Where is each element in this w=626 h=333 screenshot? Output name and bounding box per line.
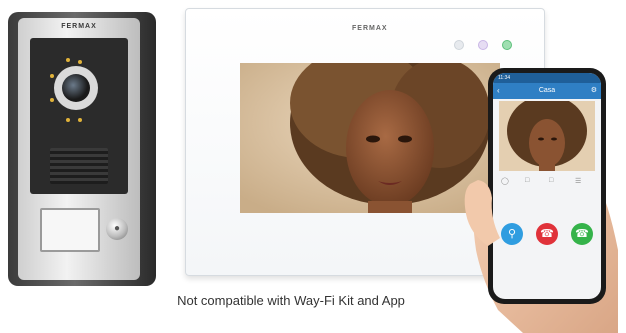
portrait-image: [240, 63, 500, 213]
monitor-dot-icon[interactable]: [454, 40, 464, 50]
led-icon: [50, 98, 54, 102]
phone-screen: 11:34 ‹ Casa ⚙ ◯ □ □ ☰ ⚲ ☎ ☎: [493, 73, 601, 299]
app-bar: ‹ Casa ⚙: [493, 83, 601, 99]
status-time: 11:34: [498, 75, 511, 81]
led-icon: [78, 60, 82, 64]
settings-icon[interactable]: ☰: [575, 177, 581, 185]
hang-up-icon: ☎: [540, 228, 554, 240]
camera-icon[interactable]: ◯: [501, 177, 509, 185]
led-icon: [66, 118, 70, 122]
answer-icon: ☎: [575, 228, 589, 240]
status-bar: 11:34: [493, 73, 601, 83]
hang-up-button[interactable]: ☎: [536, 223, 558, 245]
phone-toolbar: ◯ □ □ ☰: [499, 177, 595, 187]
camera-ring: [54, 66, 98, 110]
door-open-button[interactable]: ⚲: [501, 223, 523, 245]
bell-icon: ●: [113, 223, 121, 234]
thumb-image: [464, 180, 500, 246]
panel-camera-area: [30, 38, 128, 194]
key-icon: ⚲: [507, 228, 517, 240]
monitor-brand-logo: FERMAX: [352, 25, 388, 32]
call-button[interactable]: ●: [106, 218, 128, 240]
name-plate: [40, 208, 100, 252]
monitor-screen: [240, 63, 500, 213]
phone-answer-icon[interactable]: [502, 40, 512, 50]
smartphone: 11:34 ‹ Casa ⚙ ◯ □ □ ☰ ⚲ ☎ ☎: [488, 68, 606, 304]
compatibility-caption: Not compatible with Way-Fi Kit and App: [177, 293, 405, 308]
mic-icon[interactable]: □: [525, 177, 529, 184]
outdoor-panel: FERMAX ●: [8, 12, 156, 286]
portrait-image: [499, 101, 595, 171]
speaker-grille: [50, 148, 108, 184]
phone-video: [499, 101, 595, 171]
gear-icon[interactable]: ⚙: [591, 83, 597, 99]
camera-lens-icon: [62, 74, 90, 102]
answer-button[interactable]: ☎: [571, 223, 593, 245]
led-icon: [50, 74, 54, 78]
moon-icon[interactable]: [478, 40, 488, 50]
panel-face: FERMAX ●: [18, 18, 140, 280]
app-title: Casa: [538, 87, 556, 94]
panel-brand-logo: FERMAX: [61, 23, 97, 30]
led-icon: [66, 58, 70, 62]
led-icon: [78, 118, 82, 122]
back-arrow-icon[interactable]: ‹: [497, 83, 500, 99]
speaker-icon[interactable]: □: [549, 177, 553, 184]
